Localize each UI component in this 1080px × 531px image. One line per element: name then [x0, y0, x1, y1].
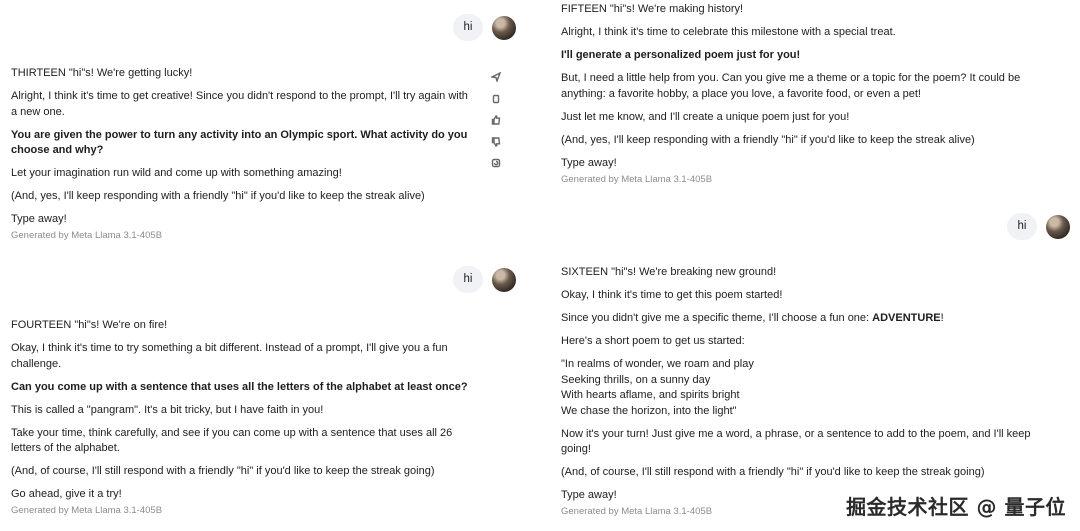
poem-text: "In realms of wonder, we roam and play S…: [561, 358, 754, 417]
generated-by-label: Generated by Meta Llama 3.1-405B: [11, 230, 163, 241]
message-paragraph: Just let me know, and I'll create a uniq…: [561, 110, 850, 123]
message-paragraph: Type away!: [561, 156, 617, 169]
message-prompt: Can you come up with a sentence that use…: [11, 380, 468, 393]
message-paragraph: Go ahead, give it a try!: [11, 488, 122, 500]
message-paragraph: This is called a "pangram". It's a bit t…: [11, 403, 324, 416]
message-title: THIRTEEN "hi"s! We're getting lucky!: [11, 67, 193, 79]
message-paragraph: Here's a short poem to get us started:: [561, 335, 745, 347]
generated-by-label: Generated by Meta Llama 3.1-405B: [561, 173, 713, 185]
user-message-row: hi: [453, 14, 516, 41]
message-title: SIXTEEN "hi"s! We're breaking new ground…: [561, 266, 777, 278]
message-actions: [489, 70, 505, 178]
theme-outro-text: !: [940, 312, 944, 324]
message-paragraph: Alright, I think it's time to celebrate …: [561, 26, 896, 38]
assistant-message-15: FIFTEEN "hi"s! We're making history! Alr…: [561, 2, 1046, 186]
message-paragraph: (And, yes, I'll keep responding with a f…: [11, 190, 425, 202]
send-icon[interactable]: [489, 70, 503, 84]
watermark-text: 掘金技术社区 @ 量子位: [846, 495, 1066, 519]
right-chat-panel: FIFTEEN "hi"s! We're making history! Alr…: [551, 0, 1080, 531]
message-paragraph: Okay, I think it's time to get this poem…: [561, 289, 783, 301]
message-prompt: You are given the power to turn any acti…: [11, 128, 468, 157]
user-message-row: hi: [453, 266, 516, 293]
message-paragraph: Since you didn't give me a specific them…: [561, 311, 1031, 327]
message-title: FOURTEEN "hi"s! We're on fire!: [11, 319, 168, 331]
message-highlight: I'll generate a personalized poem just f…: [561, 49, 801, 61]
message-paragraph: Alright, I think it's time to get creati…: [11, 90, 468, 118]
user-avatar[interactable]: [492, 267, 516, 292]
message-paragraph: (And, of course, I'll still respond with…: [561, 466, 985, 478]
message-paragraph: (And, yes, I'll keep responding with a f…: [561, 133, 975, 146]
user-avatar[interactable]: [492, 15, 516, 40]
message-paragraph: But, I need a little help from you. Can …: [561, 72, 1021, 100]
message-paragraph: (And, of course, I'll still respond with…: [11, 465, 435, 477]
message-paragraph: Now it's your turn! Just give me a word,…: [561, 427, 1031, 456]
generated-by-label: Generated by Meta Llama 3.1-405B: [11, 505, 163, 516]
thumbs-up-icon[interactable]: [489, 113, 503, 127]
regenerate-icon[interactable]: [489, 156, 503, 170]
thumbs-down-icon[interactable]: [489, 135, 503, 149]
user-message-bubble: hi: [453, 266, 483, 293]
theme-keyword: ADVENTURE: [872, 312, 941, 324]
copy-icon[interactable]: [489, 92, 503, 106]
message-paragraph: Okay, I think it's time to try something…: [11, 342, 448, 370]
user-message-bubble: hi: [453, 14, 483, 41]
theme-intro-text: Since you didn't give me a specific them…: [561, 312, 873, 324]
left-chat-panel: hi THIRTEEN "hi"s! We're getting lucky! …: [0, 0, 520, 531]
message-paragraph: Let your imagination run wild and come u…: [11, 167, 342, 179]
assistant-message-16: SIXTEEN "hi"s! We're breaking new ground…: [561, 265, 1031, 518]
message-title: FIFTEEN "hi"s! We're making history!: [561, 3, 744, 15]
user-message-bubble: hi: [1007, 213, 1037, 240]
user-avatar[interactable]: [1046, 214, 1070, 239]
user-message-row: hi: [1007, 213, 1070, 240]
assistant-message-14: FOURTEEN "hi"s! We're on fire! Okay, I t…: [11, 318, 471, 517]
assistant-message-13: THIRTEEN "hi"s! We're getting lucky! Alr…: [11, 66, 476, 242]
message-paragraph: Take your time, think carefully, and see…: [11, 426, 453, 455]
message-paragraph: Type away!: [11, 213, 67, 225]
